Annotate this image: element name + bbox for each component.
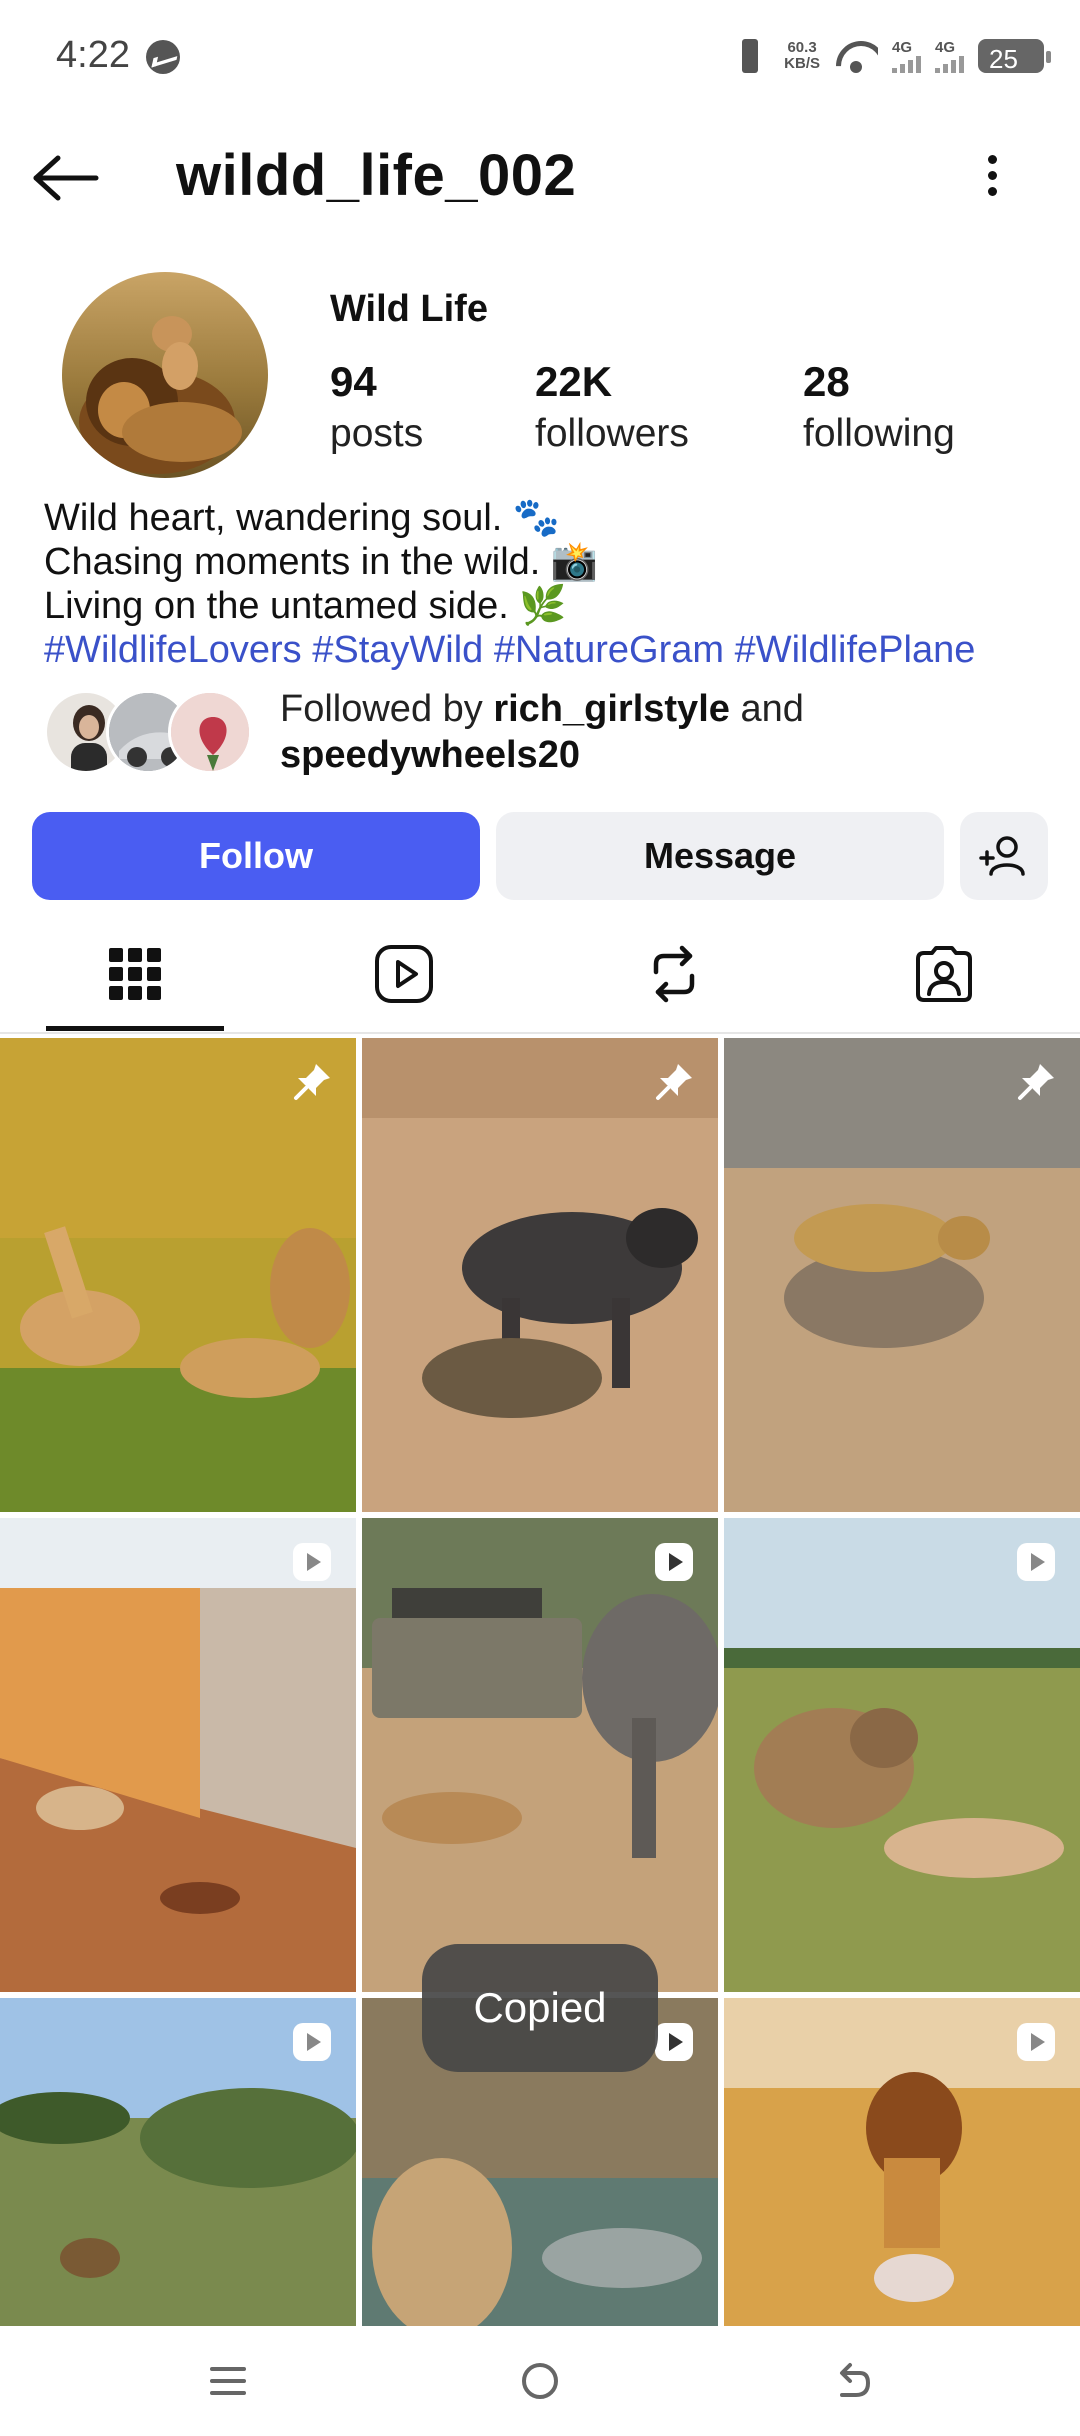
grid-post-dog[interactable] [0, 1518, 356, 1992]
reel-icon [1017, 2023, 1055, 2061]
profile-header: wildd_life_002 [0, 120, 1080, 236]
tab-reels[interactable] [316, 916, 492, 1032]
stat-posts[interactable]: 94 posts [330, 358, 423, 456]
tagged-icon [916, 946, 972, 1002]
network-speed-value: 60.3 [787, 39, 817, 56]
system-nav-bar [0, 2326, 1080, 2436]
followed-by[interactable]: Followed by rich_girlstyle and speedywhe… [44, 688, 1044, 778]
tabs-divider [0, 1032, 1080, 1034]
active-tab-indicator [46, 1026, 224, 1031]
battery-icon: 25 [978, 39, 1051, 74]
suggest-users-button[interactable] [960, 812, 1048, 900]
reel-icon [1017, 1543, 1055, 1581]
network-speed: 60.3 KB/S [784, 40, 820, 72]
status-time: 4:22 [56, 34, 130, 76]
signal-sim2: 4G [935, 40, 964, 73]
avatar [168, 690, 252, 774]
stat-following[interactable]: 28 following [803, 358, 955, 456]
network-speed-unit: KB/S [784, 55, 820, 72]
profile-display-name: Wild Life [330, 288, 488, 330]
mutual-follower-2[interactable]: speedywheels20 [280, 734, 580, 776]
lion-avatar-image [62, 272, 268, 478]
signal-bars-icon [892, 55, 921, 73]
menu-icon [210, 2367, 246, 2395]
profile-bio: Wild heart, wandering soul. 🐾 Chasing mo… [44, 496, 1054, 672]
grid-icon [109, 948, 161, 1000]
reels-icon [375, 945, 433, 1003]
reel-icon [655, 2023, 693, 2061]
bio-hashtags[interactable]: #WildlifeLovers #StayWild #NatureGram #W… [44, 628, 1054, 672]
home-button[interactable] [500, 2350, 580, 2412]
grid-post-wildebeest[interactable] [362, 1038, 718, 1512]
grid-post-elephant[interactable] [362, 1518, 718, 1992]
signal-sim1: 4G [892, 40, 921, 73]
back-arrow-icon[interactable] [32, 154, 100, 202]
status-bar: 4:22 60.3 KB/S 4G 4G 25 [0, 0, 1080, 110]
followed-by-text: Followed by rich_girlstyle and speedywhe… [280, 686, 804, 778]
reel-icon [655, 1543, 693, 1581]
tab-posts-grid[interactable] [46, 916, 224, 1032]
reel-icon [293, 1543, 331, 1581]
pin-icon [294, 1064, 330, 1100]
messenger-notification-icon [146, 40, 180, 74]
followed-by-joiner: and [729, 688, 804, 730]
grid-post-savanna[interactable] [0, 1998, 356, 2328]
mutual-follower-avatars [44, 690, 258, 774]
add-person-icon [979, 836, 1025, 876]
profile-username: wildd_life_002 [176, 143, 577, 208]
reposts-icon [653, 945, 695, 1003]
stat-label: followers [535, 412, 689, 455]
posts-grid [0, 1038, 1080, 2328]
signal-bars-icon [935, 55, 964, 73]
reel-icon [293, 2023, 331, 2061]
bio-line: Living on the untamed side. 🌿 [44, 585, 567, 627]
stat-label: posts [330, 412, 424, 455]
back-icon [840, 2363, 871, 2397]
profile-actions: Follow Message [32, 812, 1048, 900]
stat-value: 22K [535, 358, 613, 405]
profile-stats: 94 posts 22K followers 28 following [330, 358, 1050, 468]
more-options-icon[interactable] [972, 148, 1012, 208]
stat-value: 94 [330, 358, 377, 405]
home-circle-icon [522, 2363, 558, 2399]
copied-toast: Copied [422, 1944, 658, 2072]
sim1-label: 4G [892, 38, 913, 56]
sim2-label: 4G [935, 38, 956, 56]
bio-line: Wild heart, wandering soul. 🐾 [44, 497, 561, 539]
battery-level: 25 [989, 44, 1018, 74]
wifi-icon [834, 39, 878, 73]
tab-reposts[interactable] [586, 916, 762, 1032]
tab-tagged[interactable] [856, 916, 1032, 1032]
status-indicators: 60.3 KB/S 4G 4G 25 [730, 34, 1051, 78]
grid-post-leopard[interactable] [724, 1038, 1080, 1512]
mutual-follower-1[interactable]: rich_girlstyle [493, 688, 730, 730]
profile-avatar[interactable] [62, 272, 268, 478]
stat-followers[interactable]: 22K followers [535, 358, 689, 456]
recent-apps-button[interactable] [188, 2350, 268, 2412]
pin-icon [1018, 1064, 1054, 1100]
back-button[interactable] [812, 2350, 892, 2412]
grid-post-hyena[interactable] [724, 1518, 1080, 1992]
bio-line: Chasing moments in the wild. 📸 [44, 541, 599, 583]
grid-post-lion[interactable] [724, 1998, 1080, 2328]
message-button[interactable]: Message [496, 812, 944, 900]
grid-post-antelopes[interactable] [0, 1038, 356, 1512]
followed-by-prefix: Followed by [280, 688, 494, 730]
vibrate-icon [730, 37, 770, 75]
stat-label: following [803, 412, 955, 455]
stat-value: 28 [803, 358, 850, 405]
follow-button[interactable]: Follow [32, 812, 480, 900]
pin-icon [656, 1064, 692, 1100]
